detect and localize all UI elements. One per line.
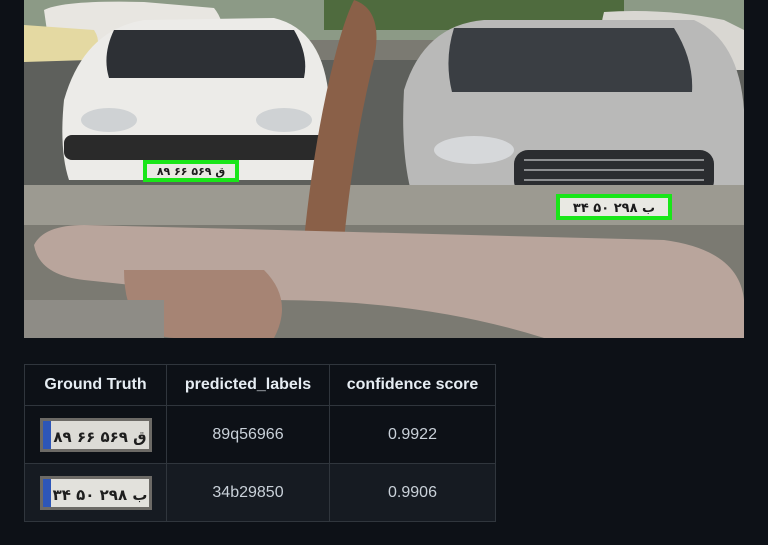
table-header-row: Ground Truth predicted_labels confidence… bbox=[24, 364, 496, 406]
header-confidence-score: confidence score bbox=[329, 364, 496, 406]
predicted-label-cell: 34b29850 bbox=[166, 463, 330, 522]
plate-box-left: ۸۹ ق ۵۶۹ ۶۶ bbox=[143, 160, 239, 182]
plate-crop-image: ۳۴ ب ۲۹۸ ۵۰ bbox=[39, 475, 152, 510]
car-left bbox=[62, 18, 329, 180]
ground-truth-cell: ۸۹ ق ۵۶۹ ۶۶ bbox=[24, 405, 167, 464]
plate-box-right: ۳۴ ب ۲۹۸ ۵۰ bbox=[556, 194, 672, 220]
ground-truth-cell: ۳۴ ب ۲۹۸ ۵۰ bbox=[24, 463, 167, 522]
plate-text-right: ۳۴ ب ۲۹۸ ۵۰ bbox=[573, 201, 655, 216]
plate-text-left: ۸۹ ق ۵۶۹ ۶۶ bbox=[157, 165, 226, 178]
plate-crop-text: ۳۴ ب ۲۹۸ ۵۰ bbox=[52, 486, 147, 504]
header-ground-truth: Ground Truth bbox=[24, 364, 167, 406]
detection-result-image: ۸۹ ق ۵۶۹ ۶۶ ۳۴ ب ۲۹۸ ۵۰ bbox=[24, 0, 744, 338]
predicted-label-cell: 89q56966 bbox=[166, 405, 330, 464]
results-table: Ground Truth predicted_labels confidence… bbox=[24, 364, 496, 522]
confidence-cell: 0.9906 bbox=[329, 463, 496, 522]
table-row: ۳۴ ب ۲۹۸ ۵۰ 34b29850 0.9906 bbox=[24, 463, 496, 522]
plate-crop-text: ۸۹ ق ۵۶۹ ۶۶ bbox=[53, 428, 146, 446]
confidence-cell: 0.9922 bbox=[329, 405, 496, 464]
table-row: ۸۹ ق ۵۶۹ ۶۶ 89q56966 0.9922 bbox=[24, 405, 496, 464]
header-predicted-labels: predicted_labels bbox=[166, 364, 330, 406]
plate-crop-image: ۸۹ ق ۵۶۹ ۶۶ bbox=[39, 417, 152, 452]
